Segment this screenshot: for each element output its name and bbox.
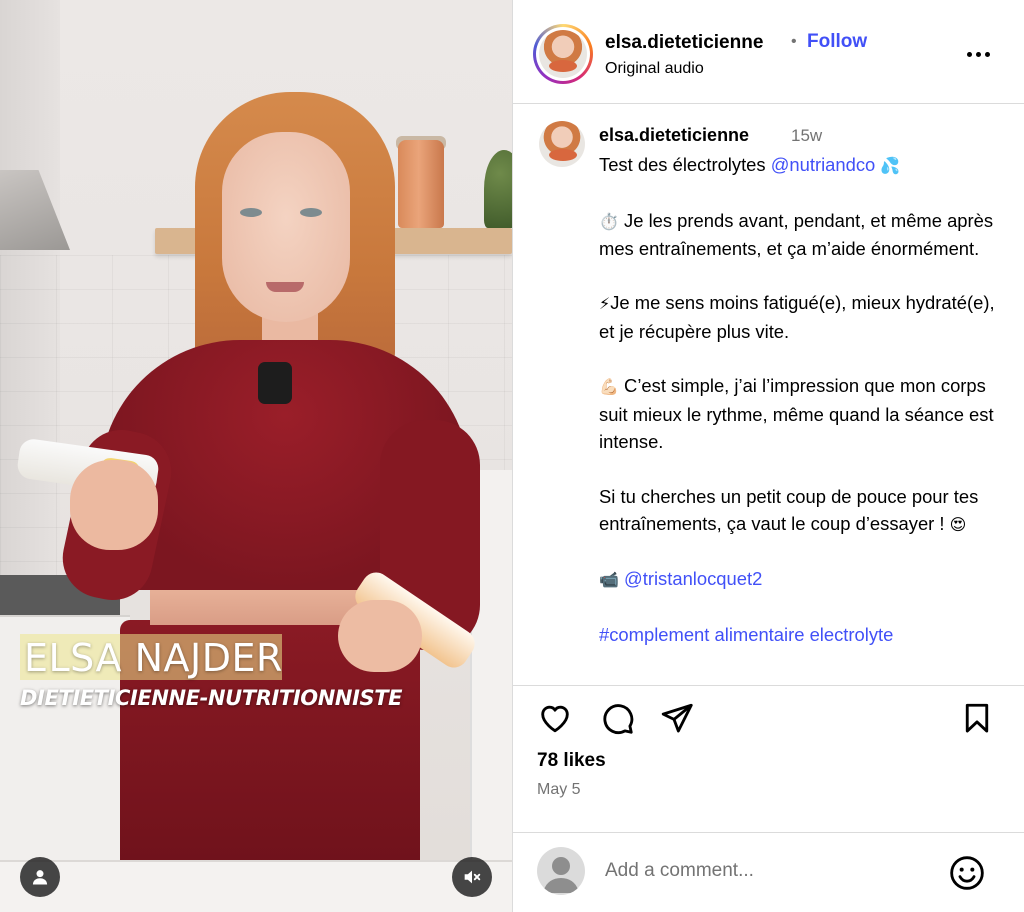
caption-paragraph: 📹 @tristanlocquet2: [599, 565, 999, 593]
reel-video[interactable]: ELSA NAJDER DIETIETICIENNE-NUTRITIONNIST…: [0, 0, 512, 912]
mute-toggle-button[interactable]: [452, 857, 492, 897]
header-username[interactable]: elsa.dieteticienne: [605, 32, 763, 54]
mention-link[interactable]: @nutriandco: [771, 154, 876, 175]
comment-composer: [513, 832, 1024, 912]
caption-text: Test des électrolytes @nutriandco 💦 ⏱️ J…: [599, 151, 999, 676]
speaker-muted-icon: [464, 870, 481, 884]
caption-paragraph: ⏱️ Je les prends avant, pendant, et même…: [599, 207, 999, 263]
overlay-role: DIETIETICIENNE-NUTRITIONNISTE: [20, 686, 403, 710]
comment-bubble-icon[interactable]: [599, 700, 635, 736]
caption-paragraph: #complement alimentaire electrolyte: [599, 621, 999, 648]
separator-dot: •: [791, 33, 797, 50]
caption-span: Je me sens moins fatigué(e), mieux hydra…: [599, 292, 995, 342]
countertop: [0, 860, 512, 912]
flexed-biceps-emoji: 💪🏻: [599, 377, 619, 397]
comment-input[interactable]: [605, 855, 935, 887]
smiley-icon[interactable]: [947, 853, 987, 893]
stopwatch-emoji: ⏱️: [599, 211, 619, 231]
caption-paragraph: ⚡Je me sens moins fatigué(e), mieux hydr…: [599, 289, 999, 345]
caption-paragraph: 💪🏻 C’est simple, j’ai l’impression que m…: [599, 372, 999, 455]
tagged-users-button[interactable]: [20, 857, 60, 897]
heart-icon[interactable]: [537, 700, 573, 736]
droplets-emoji: 💦: [880, 156, 901, 175]
lapel-microphone: [258, 362, 292, 404]
caption-username[interactable]: elsa.dieteticienne: [599, 125, 749, 146]
person-hand: [70, 460, 158, 550]
story-ring-avatar[interactable]: [533, 24, 593, 84]
caption-avatar[interactable]: [539, 121, 585, 167]
person-hand: [338, 600, 422, 672]
current-user-avatar: [537, 847, 585, 895]
person-eye: [300, 208, 322, 217]
default-avatar-icon: [543, 857, 579, 893]
person-mouth: [266, 282, 304, 292]
avatar: [539, 30, 587, 78]
overlay-name: ELSA NAJDER: [24, 636, 283, 680]
action-bar: 78 likes May 5: [513, 685, 1024, 911]
hashtag-links[interactable]: #complement alimentaire electrolyte: [599, 624, 893, 645]
post-details-panel: elsa.dieteticienne • Follow Original aud…: [512, 0, 1024, 912]
more-horizontal-icon: [966, 51, 972, 57]
more-options-button[interactable]: [961, 42, 995, 66]
likes-count[interactable]: 78 likes: [537, 750, 606, 772]
heart-eyes-emoji: 😍: [949, 514, 967, 534]
caption-timestamp[interactable]: 15w: [791, 126, 822, 146]
person-icon: [32, 870, 48, 885]
post-header: elsa.dieteticienne • Follow Original aud…: [513, 0, 1024, 104]
paper-plane-icon[interactable]: [659, 700, 695, 736]
person-face: [222, 132, 350, 322]
plant: [484, 150, 512, 228]
bookmark-icon[interactable]: [959, 700, 995, 736]
video-camera-emoji: 📹: [599, 570, 619, 590]
audio-link[interactable]: Original audio: [605, 60, 704, 78]
more-horizontal-icon: [975, 51, 981, 57]
storage-jar: [398, 140, 444, 228]
caption-span: Test des électrolytes: [599, 154, 771, 175]
mention-link[interactable]: @tristanlocquet2: [624, 568, 762, 589]
caption-span: Si tu cherches un petit coup de pouce po…: [599, 485, 979, 534]
caption-span: C’est simple, j’ai l’impression que mon …: [599, 375, 994, 452]
more-horizontal-icon: [984, 51, 990, 57]
caption-scroll-area[interactable]: elsa.dieteticienne 15w Test des électrol…: [513, 105, 1024, 685]
caption-span: Je les prends avant, pendant, et même ap…: [599, 209, 994, 259]
caption-line: Test des électrolytes @nutriandco 💦: [599, 151, 999, 179]
follow-button[interactable]: Follow: [807, 31, 867, 53]
lightning-emoji: ⚡: [599, 294, 611, 314]
person-eye: [240, 208, 262, 217]
caption-paragraph: Si tu cherches un petit coup de pouce po…: [599, 483, 999, 539]
post-date[interactable]: May 5: [537, 781, 581, 799]
